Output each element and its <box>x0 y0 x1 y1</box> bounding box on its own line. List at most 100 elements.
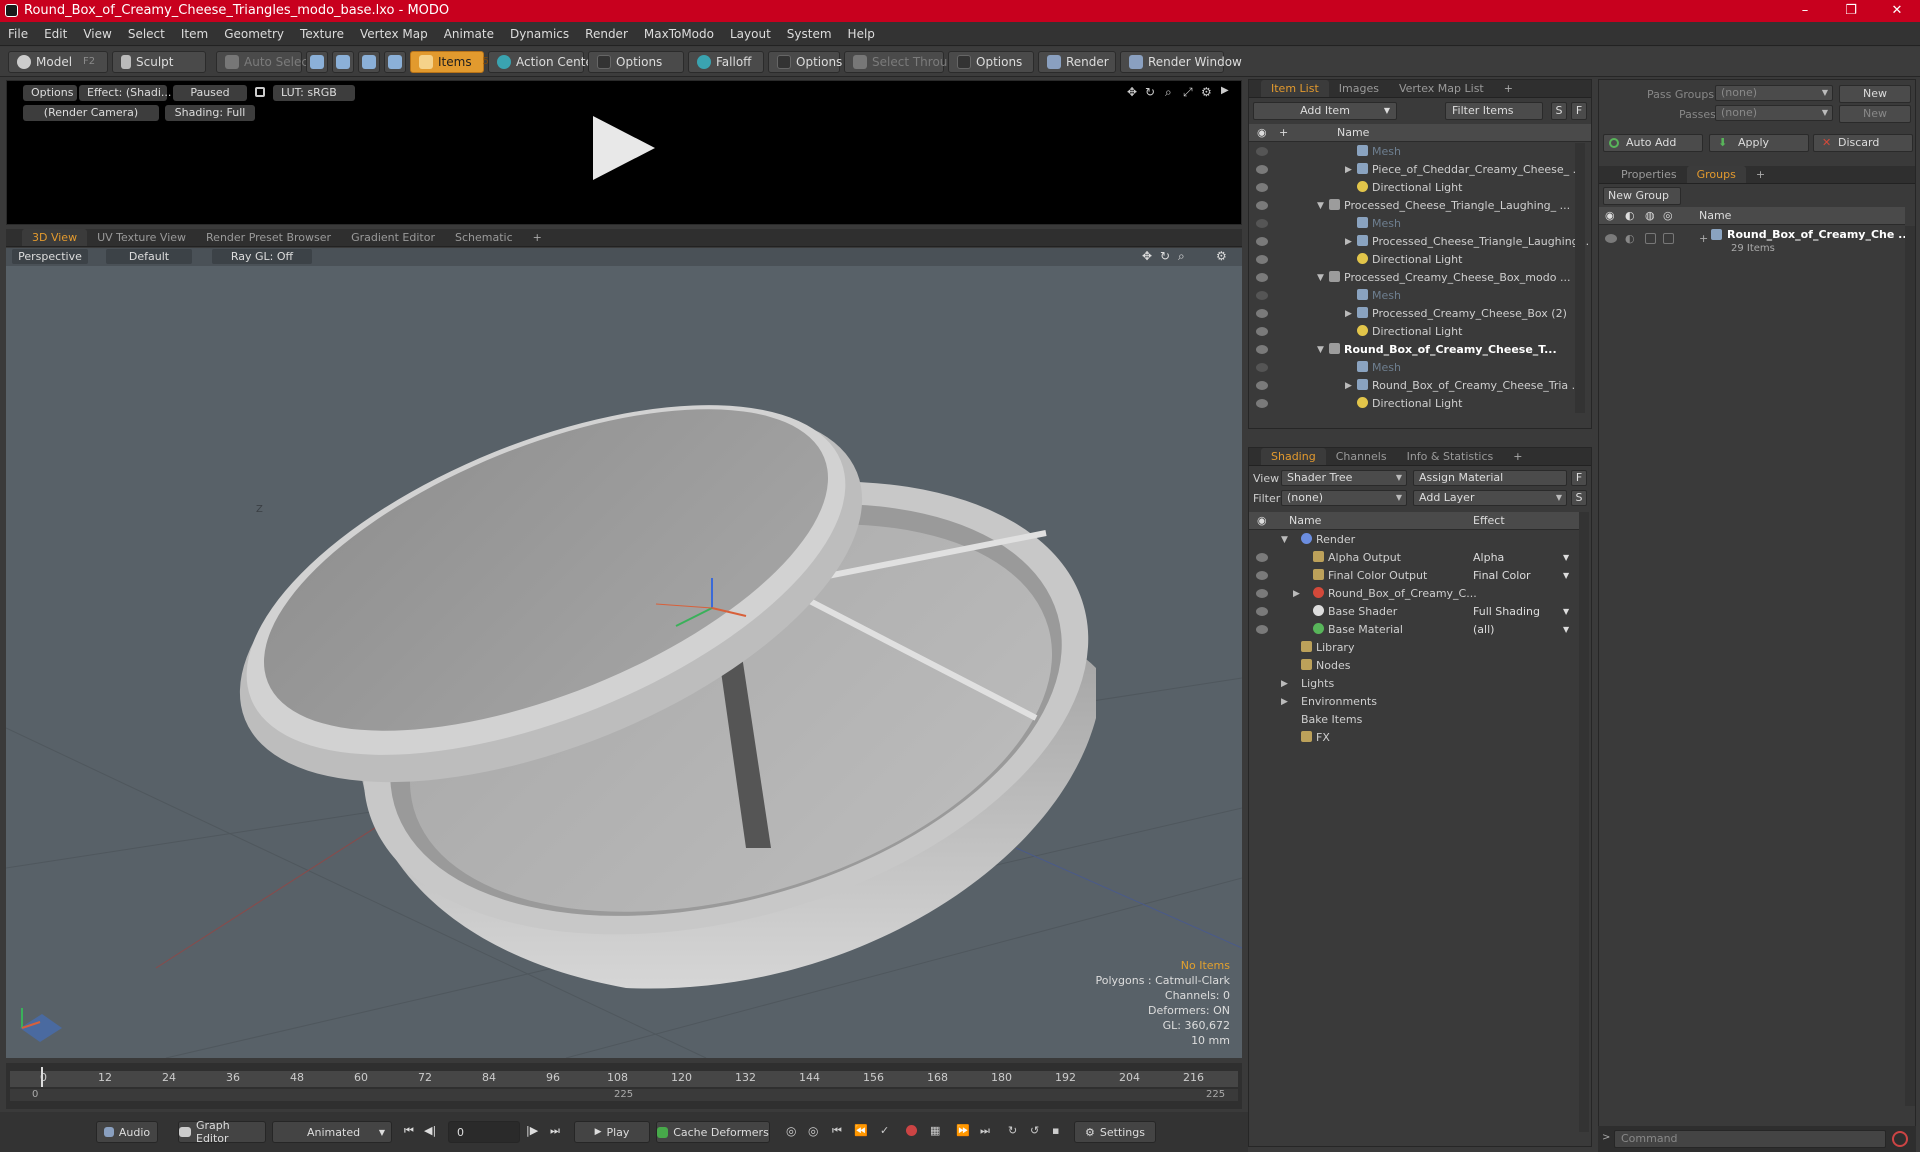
item-list-scrollbar[interactable] <box>1575 143 1585 413</box>
eye-icon[interactable] <box>1256 327 1268 336</box>
expand-arrow-icon[interactable]: ▶ <box>1221 85 1229 96</box>
jump-next-icon[interactable]: ⏩ <box>956 1124 970 1137</box>
minimize-button[interactable]: – <box>1782 0 1828 22</box>
next-key-icon[interactable]: |▶ <box>526 1124 538 1137</box>
item-list-row[interactable]: Directional Light <box>1249 395 1575 413</box>
add-tab-button[interactable]: + <box>1503 448 1532 465</box>
add-item-dropdown[interactable]: Add Item ▼ <box>1253 102 1397 120</box>
eye-icon[interactable] <box>1256 607 1268 616</box>
chevron-right-icon[interactable]: ▶ <box>1281 693 1288 711</box>
action-center-button[interactable]: Action Center <box>488 50 598 73</box>
eye-icon[interactable] <box>1256 291 1268 300</box>
render-preview[interactable]: Options Effect: (Shadi... Paused LUT: sR… <box>6 80 1242 225</box>
chevron-down-icon[interactable]: ▼ <box>1317 269 1324 287</box>
item-list-row[interactable]: Mesh <box>1249 143 1575 161</box>
menu-texture[interactable]: Texture <box>292 22 352 46</box>
effect-dropdown[interactable]: Full Shading ▼ <box>1473 603 1569 621</box>
items-mode-button[interactable]: Items 5 <box>410 50 489 73</box>
gear-icon[interactable]: ⚙ <box>1201 85 1212 99</box>
chevron-down-icon[interactable]: ▼ <box>1317 341 1324 359</box>
eye-icon[interactable] <box>1256 183 1268 192</box>
render-button[interactable]: Render F9 <box>1038 50 1132 73</box>
expand-plus-icon[interactable]: + <box>1699 232 1708 245</box>
command-input[interactable]: Command <box>1614 1130 1886 1148</box>
options-button-1[interactable]: Options <box>588 50 684 73</box>
refresh-icon[interactable]: ↺ <box>1030 1124 1039 1137</box>
chevron-right-icon[interactable]: ▶ <box>1281 675 1288 693</box>
chevron-right-icon[interactable]: ▶ <box>1345 161 1352 179</box>
options-button-2[interactable]: Options <box>768 50 842 73</box>
timeline[interactable]: 0 12 24 36 48 60 72 84 96 108 120 132 14… <box>6 1063 1242 1109</box>
rotate-view-icon[interactable]: ↻ <box>1145 85 1155 99</box>
options-button-3[interactable]: Options <box>948 50 1034 73</box>
timeline-ruler[interactable]: 0 12 24 36 48 60 72 84 96 108 120 132 14… <box>10 1067 1238 1087</box>
filter-s-button[interactable]: S <box>1551 102 1567 120</box>
preview-paused-button[interactable]: Paused <box>173 85 247 101</box>
perspective-dropdown[interactable]: Perspective <box>12 249 88 264</box>
tab-info-statistics[interactable]: Info & Statistics <box>1397 448 1504 465</box>
new-pass-group-button[interactable]: New <box>1839 85 1911 103</box>
item-list-row[interactable]: Directional Light <box>1249 179 1575 197</box>
tab-channels[interactable]: Channels <box>1326 448 1397 465</box>
last-frame-icon[interactable]: ⏭ <box>550 1124 560 1138</box>
preview-effect-dropdown[interactable]: Effect: (Shadi... <box>79 85 171 101</box>
lut-dropdown[interactable]: LUT: sRGB <box>273 85 355 101</box>
filter-items-input[interactable]: Filter Items <box>1445 102 1543 120</box>
item-list-row[interactable]: ▶ Processed_Cheese_Triangle_Laughing... <box>1249 233 1589 251</box>
tab-properties[interactable]: Properties <box>1611 166 1687 183</box>
item-list-row[interactable]: ▼ Processed_Cheese_Triangle_Laughing_ ... <box>1249 197 1575 215</box>
tab-groups[interactable]: Groups <box>1686 166 1746 183</box>
menu-item[interactable]: Item <box>173 22 216 46</box>
filter-dropdown[interactable]: (none) ▼ <box>1281 490 1407 506</box>
new-group-button[interactable]: New Group <box>1603 187 1681 205</box>
item-list-row[interactable]: ▼ Processed_Creamy_Cheese_Box_modo ... <box>1249 269 1575 287</box>
menu-geometry[interactable]: Geometry <box>216 22 292 46</box>
gear-icon[interactable]: ⚙ <box>1216 249 1227 263</box>
eye-icon[interactable] <box>1256 553 1268 562</box>
shader-tree-row[interactable]: Base Shader Full Shading ▼ <box>1249 603 1575 621</box>
lock-checkbox[interactable] <box>1645 233 1656 244</box>
jump-prev-icon[interactable]: ⏪ <box>854 1124 868 1137</box>
playhead[interactable] <box>41 1067 43 1087</box>
loop-icon[interactable]: ▦ <box>930 1124 940 1137</box>
eye-icon[interactable] <box>1256 625 1268 634</box>
move-view-icon[interactable]: ✥ <box>1142 249 1152 263</box>
menu-system[interactable]: System <box>779 22 840 46</box>
tab-uv-texture-view[interactable]: UV Texture View <box>87 229 196 246</box>
render-window-button[interactable]: Render Window <box>1120 50 1242 73</box>
tab-render-preset-browser[interactable]: Render Preset Browser <box>196 229 341 246</box>
preview-options-button[interactable]: Options <box>23 85 77 101</box>
key-icon[interactable]: ◎ <box>786 1124 796 1138</box>
item-list-row[interactable]: ▶ Round_Box_of_Creamy_Cheese_Tria ... <box>1249 377 1582 395</box>
zoom-icon[interactable]: ⌕ <box>1165 85 1172 100</box>
eye-icon[interactable] <box>1256 147 1268 156</box>
eye-icon[interactable] <box>1256 345 1268 354</box>
sync-icon[interactable]: ↻ <box>1008 1124 1017 1137</box>
shader-tree-row[interactable]: ▶ Lights <box>1249 675 1575 693</box>
play-icon[interactable] <box>593 116 655 180</box>
animated-dropdown[interactable]: Animated ▼ <box>272 1121 392 1143</box>
shader-tree-row[interactable]: Base Material (all) ▼ <box>1249 621 1575 639</box>
tab-gradient-editor[interactable]: Gradient Editor <box>341 229 445 246</box>
command-history-icon[interactable] <box>1892 1131 1908 1147</box>
item-list-row[interactable]: Mesh <box>1249 215 1575 233</box>
zoom-icon[interactable]: ⌕ <box>1178 249 1185 264</box>
tab-item-list[interactable]: Item List <box>1261 80 1329 97</box>
add-layer-dropdown[interactable]: Add Layer ▼ <box>1413 490 1567 506</box>
discard-button[interactable]: ✕ Discard <box>1813 134 1913 152</box>
options-icon[interactable]: ▪ <box>1052 1124 1059 1137</box>
menu-layout[interactable]: Layout <box>722 22 779 46</box>
move-view-icon[interactable]: ✥ <box>1127 85 1137 99</box>
eye-icon[interactable] <box>1256 589 1268 598</box>
auto-add-button[interactable]: Auto Add <box>1603 134 1703 152</box>
eye-icon[interactable] <box>1256 309 1268 318</box>
falloff-button[interactable]: Falloff <box>688 50 764 73</box>
eye-icon[interactable] <box>1256 165 1268 174</box>
item-list-row[interactable]: Directional Light <box>1249 251 1575 269</box>
select-through-button[interactable]: Select Through <box>844 50 963 73</box>
eye-icon[interactable] <box>1256 571 1268 580</box>
menu-select[interactable]: Select <box>120 22 173 46</box>
default-dropdown[interactable]: Default <box>106 249 192 264</box>
chevron-right-icon[interactable]: ▶ <box>1345 233 1352 251</box>
shader-tree-row[interactable]: FX <box>1249 729 1575 747</box>
